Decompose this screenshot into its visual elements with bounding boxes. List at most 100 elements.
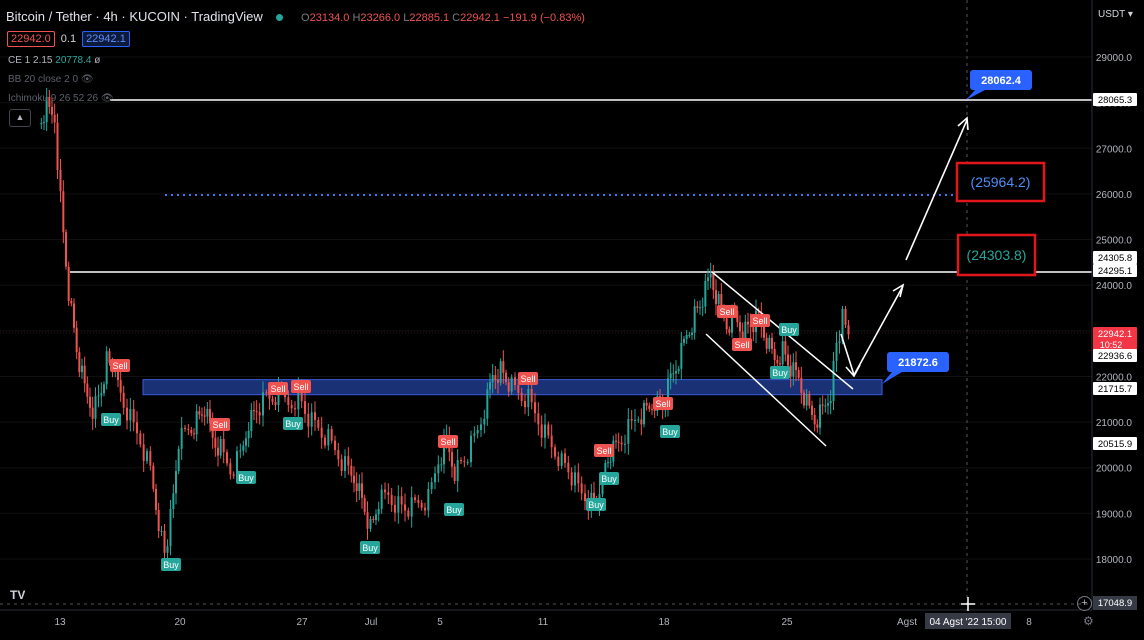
candle-body [821, 404, 824, 406]
target-box-25964: (25964.2) [955, 161, 1046, 203]
candle-body [547, 424, 550, 436]
indicator-ichimoku[interactable]: Ichimoku 9 26 52 26 👁 [8, 93, 114, 104]
candle-body [122, 392, 125, 408]
candle-body [844, 309, 847, 325]
time-axis-label: 5 [437, 617, 443, 628]
candle-body [792, 362, 795, 377]
candle-body [361, 483, 363, 498]
candle-body [564, 453, 566, 463]
platform-label: TradingView [191, 9, 263, 24]
candle-body [634, 420, 636, 421]
candle-body [781, 341, 784, 365]
candle-body [327, 429, 330, 446]
price-axis-label: 20000.0 [1096, 464, 1133, 475]
countdown-label: 10:52 [1100, 340, 1123, 350]
price-axis-label: 21000.0 [1096, 418, 1133, 429]
candle-body [712, 273, 715, 291]
buy-signal: Buy [161, 558, 181, 571]
candle-body [175, 471, 177, 494]
candle-body [430, 482, 433, 489]
candle-body [768, 337, 771, 349]
price-axis-label: 29000.0 [1096, 53, 1133, 64]
candle-body [358, 483, 361, 491]
sell-price-button[interactable]: 22942.0 [7, 31, 55, 47]
candle-body [310, 412, 313, 427]
close-value: 22942.1 [460, 12, 500, 24]
candle-body [265, 392, 268, 394]
candle-body [217, 447, 219, 456]
candle-body [195, 411, 198, 435]
interval-label[interactable]: 4h [103, 9, 117, 24]
candle-body [334, 440, 336, 450]
candle-body [219, 439, 222, 456]
candle-body [377, 508, 380, 515]
buy-signal: Buy [586, 498, 606, 511]
signal-label: Buy [238, 473, 254, 483]
sell-signal: Sell [594, 444, 614, 457]
candle-body [451, 452, 453, 467]
crosshair-time-label: 04 Agst '22 15:00 [930, 617, 1007, 628]
sell-signal: Sell [518, 372, 538, 385]
candle-body [624, 443, 626, 445]
price-tag: 24305.8 [1093, 251, 1137, 264]
candle-body [324, 437, 326, 446]
candle-body [320, 427, 323, 438]
candle-body [201, 414, 203, 416]
svg-text:21872.6: 21872.6 [898, 357, 938, 369]
indicator-ce[interactable]: CE 1 2.15 20778.4 ø [8, 55, 100, 66]
candle-body [800, 377, 803, 393]
candle-body [824, 405, 827, 407]
signal-label: Buy [781, 325, 797, 335]
candle-body [384, 489, 386, 493]
candle-body [427, 489, 430, 511]
candle-body [166, 546, 169, 553]
candle-body [105, 351, 108, 385]
symbol-name[interactable]: Bitcoin / Tether [6, 9, 92, 24]
candle-body [637, 419, 640, 421]
candle-body [397, 496, 400, 513]
settings-gear-icon[interactable]: ⚙ [1083, 614, 1094, 628]
signal-label: Buy [772, 368, 788, 378]
candle-body [400, 496, 403, 505]
candle-body [247, 431, 250, 439]
candle-body [169, 509, 172, 547]
candle-body [184, 427, 186, 429]
candle-body [701, 306, 704, 308]
candle-body [340, 459, 343, 471]
candle-body [811, 405, 813, 415]
target-box-24303: (24303.8) [956, 233, 1037, 277]
candle-body [675, 371, 677, 374]
price-axis-label: 27000.0 [1096, 144, 1133, 155]
candle-body [507, 382, 510, 392]
candle-body [160, 530, 163, 532]
candle-body [304, 401, 306, 414]
exchange-label: KUCOIN [129, 9, 180, 24]
candle-body [245, 438, 247, 446]
candle-body [51, 106, 53, 115]
candle-body [693, 306, 696, 333]
candle-body [372, 519, 375, 520]
tradingview-logo: TV [10, 588, 26, 602]
signal-label: Buy [601, 474, 617, 484]
buy-price-button[interactable]: 22942.1 [82, 31, 130, 47]
candle-body [717, 294, 720, 305]
candle-body [242, 445, 245, 451]
candle-body [136, 422, 138, 434]
candle-body [353, 475, 355, 484]
collapse-indicators-button[interactable]: ▲ [9, 109, 31, 127]
candle-body [805, 394, 808, 406]
price-axis-label: 26000.0 [1096, 190, 1133, 201]
candle-body [100, 393, 103, 396]
currency-selector[interactable]: USDT ▾ [1098, 9, 1133, 20]
candle-body [680, 342, 683, 369]
candle-body [688, 334, 691, 336]
candle-body [132, 409, 135, 423]
candle-body [502, 361, 505, 373]
candle-body [540, 424, 543, 438]
price-chart[interactable]: Sell Buy Buy Sell Buy Sell Sell Buy Buy Sell Buy Se… [0, 0, 1144, 640]
candle-body [483, 418, 486, 425]
candle-body [262, 392, 264, 416]
market-status-icon [276, 13, 284, 21]
zoom-plus-icon[interactable]: + [1077, 596, 1092, 611]
indicator-bb[interactable]: BB 20 close 2 0 👁 [8, 74, 94, 85]
